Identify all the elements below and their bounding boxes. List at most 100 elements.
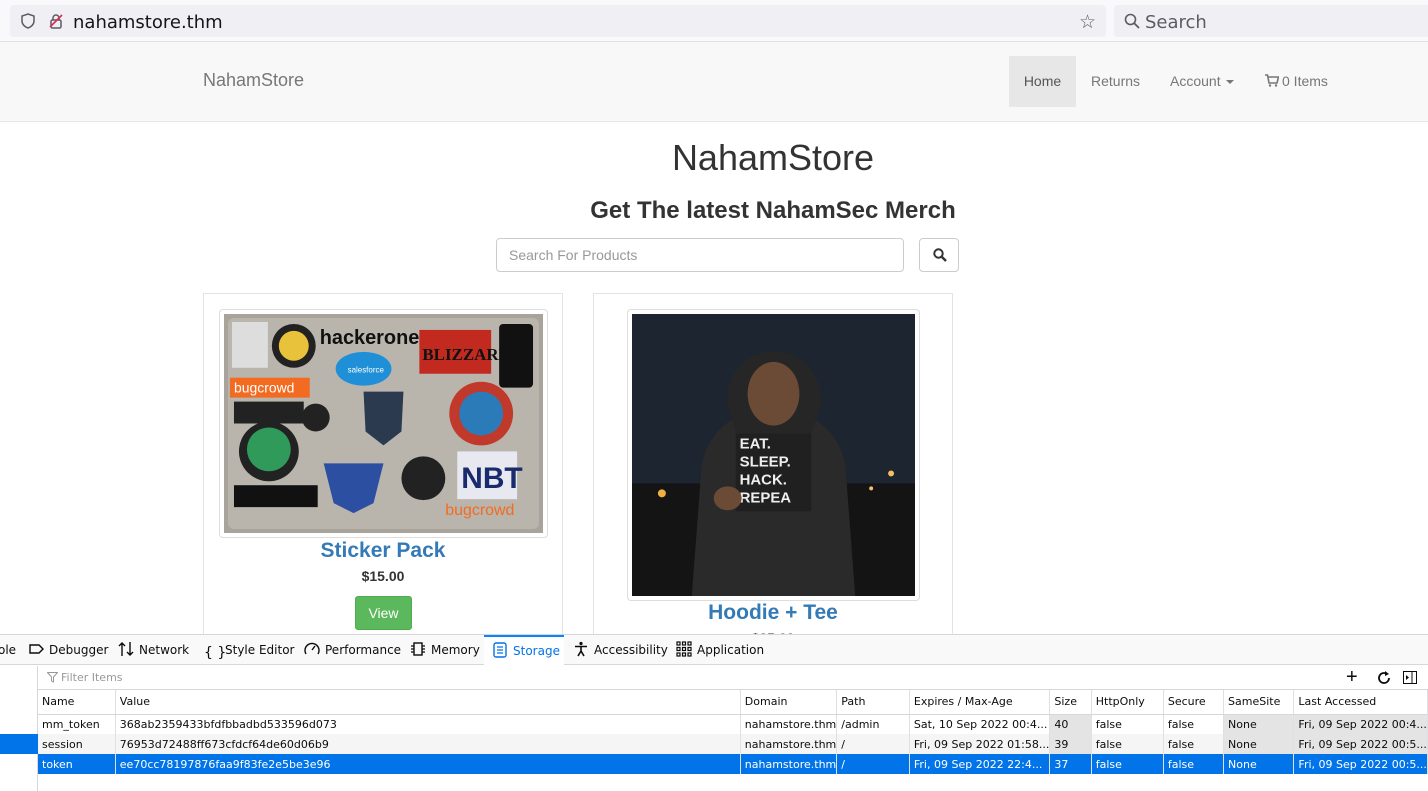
search-icon [1124, 13, 1140, 29]
browser-search-field[interactable]: Search [1114, 5, 1428, 37]
tab-label: Memory [431, 643, 480, 657]
tab-accessibility[interactable]: Accessibility [573, 635, 668, 665]
nav-cart[interactable]: 0 Items [1265, 73, 1328, 89]
nav-account[interactable]: Account [1170, 73, 1234, 89]
cookie-path[interactable]: / [836, 734, 910, 754]
url-text[interactable]: nahamstore.thm [73, 12, 223, 33]
cookie-httponly[interactable]: false [1091, 734, 1164, 754]
product-name[interactable]: Hoodie + Tee [594, 601, 952, 625]
column-header-path[interactable]: Path [836, 690, 910, 715]
cookie-samesite[interactable]: None [1223, 714, 1295, 734]
column-header-name[interactable]: Name [38, 690, 116, 715]
svg-text:NBT: NBT [461, 462, 522, 495]
cookie-samesite[interactable]: None [1223, 734, 1295, 754]
search-icon [933, 248, 947, 262]
svg-text:salesforce: salesforce [348, 366, 385, 375]
shield-icon[interactable] [20, 13, 36, 29]
svg-text:SLEEP.: SLEEP. [740, 453, 791, 470]
cookie-name[interactable]: token [38, 754, 116, 774]
tab-style-editor[interactable]: { }Style Editor [204, 635, 294, 665]
column-header-httponly[interactable]: HttpOnly [1091, 690, 1164, 715]
column-header-samesite[interactable]: SameSite [1223, 690, 1295, 715]
tab-application[interactable]: Application [676, 635, 764, 665]
product-name[interactable]: Sticker Pack [204, 539, 562, 563]
cookie-domain[interactable]: nahamstore.thm [740, 714, 838, 734]
add-item-icon[interactable]: + [1346, 667, 1358, 687]
cookie-samesite[interactable]: None [1223, 754, 1295, 774]
cart-count-label: 0 Items [1282, 73, 1328, 89]
column-header-expires[interactable]: Expires / Max-Age [909, 690, 1051, 715]
product-thumbnail[interactable]: hackerone salesforce BLIZZARD bugcrowd N… [219, 309, 548, 538]
view-product-button[interactable]: View [355, 596, 412, 630]
sidebar-toggle-icon[interactable] [1403, 671, 1417, 684]
cookie-value[interactable]: 76953d72488ff673cfdcf64de60d06b9 [115, 734, 741, 754]
cookie-domain[interactable]: nahamstore.thm [740, 734, 838, 754]
svg-text:bugcrowd: bugcrowd [445, 502, 514, 519]
tab-label: Storage [513, 644, 560, 658]
cookie-expires[interactable]: Sat, 10 Sep 2022 00:4... [909, 714, 1051, 734]
column-header-domain[interactable]: Domain [740, 690, 838, 715]
cookie-size[interactable]: 37 [1049, 754, 1092, 774]
storage-tree-sidebar [0, 666, 38, 791]
storage-filter-bar: Filter Items + [38, 666, 1428, 690]
svg-text:bugcrowd: bugcrowd [234, 380, 294, 396]
product-thumbnail[interactable]: EAT. SLEEP. HACK. REPEA [627, 309, 920, 601]
cookie-last-accessed[interactable]: Fri, 09 Sep 2022 00:4... [1293, 714, 1428, 734]
tab-network[interactable]: Network [118, 635, 189, 665]
debugger-icon [29, 644, 44, 654]
site-navbar: NahamStore Home Returns Account 0 Items [0, 42, 1428, 122]
tab-memory[interactable]: Memory [410, 635, 480, 665]
nav-home[interactable]: Home [1009, 56, 1076, 107]
tab-label: Performance [325, 643, 402, 657]
column-header-value[interactable]: Value [115, 690, 741, 715]
page-title: NahamStore [671, 137, 875, 178]
filter-items-input[interactable]: Filter Items [61, 671, 123, 684]
cookie-secure[interactable]: false [1163, 714, 1225, 734]
storage-tree-selected-item[interactable] [0, 734, 38, 754]
tab-storage[interactable]: Storage [484, 635, 564, 665]
nav-returns[interactable]: Returns [1091, 73, 1140, 89]
grid-icon [676, 641, 692, 657]
product-price: $15.00 [361, 568, 405, 584]
cookie-secure[interactable]: false [1163, 754, 1225, 774]
column-header-secure[interactable]: Secure [1163, 690, 1225, 715]
cookie-last-accessed[interactable]: Fri, 09 Sep 2022 00:5... [1293, 734, 1428, 754]
cookie-path[interactable]: /admin [836, 714, 910, 734]
tab-performance[interactable]: Performance [304, 635, 401, 665]
tab-debugger[interactable]: Debugger [28, 635, 108, 665]
address-bar[interactable]: nahamstore.thm ☆ [10, 5, 1106, 37]
cookie-path[interactable]: / [836, 754, 910, 774]
cookie-secure[interactable]: false [1163, 734, 1225, 754]
tab-label: Accessibility [594, 643, 668, 657]
cookie-name[interactable]: mm_token [38, 714, 116, 734]
brand-link[interactable]: NahamStore [203, 70, 304, 91]
cookie-httponly[interactable]: false [1091, 714, 1164, 734]
tab-label: Application [697, 643, 765, 657]
cookie-size[interactable]: 40 [1049, 714, 1092, 734]
bookmark-star-icon[interactable]: ☆ [1079, 11, 1096, 34]
insecure-lock-icon[interactable] [48, 13, 64, 29]
table-row[interactable]: session 76953d72488ff673cfdcf64de60d06b9… [38, 734, 1428, 754]
tab-console[interactable]: ole [0, 635, 16, 665]
cookie-size[interactable]: 39 [1049, 734, 1092, 754]
cookie-expires[interactable]: Fri, 09 Sep 2022 22:4... [909, 754, 1051, 774]
cookie-httponly[interactable]: false [1091, 754, 1164, 774]
gauge-icon [304, 642, 320, 655]
svg-text:hackerone: hackerone [320, 327, 420, 349]
cookie-last-accessed[interactable]: Fri, 09 Sep 2022 00:5... [1293, 754, 1428, 774]
network-icon [118, 642, 134, 656]
table-row[interactable]: mm_token 368ab2359433bfdfbbadbd533596d07… [38, 714, 1428, 734]
column-header-last-accessed[interactable]: Last Accessed [1293, 690, 1428, 715]
cookie-domain[interactable]: nahamstore.thm [740, 754, 838, 774]
refresh-icon[interactable] [1376, 670, 1392, 686]
cookie-value[interactable]: ee70cc78197876faa9f83fe2e5be3e96 [115, 754, 741, 774]
product-search-input[interactable] [496, 238, 904, 272]
cookie-name[interactable]: session [38, 734, 116, 754]
column-header-size[interactable]: Size [1049, 690, 1092, 715]
cookie-value[interactable]: 368ab2359433bfdfbbadbd533596d073 [115, 714, 741, 734]
table-row[interactable]: token ee70cc78197876faa9f83fe2e5be3e96 n… [38, 754, 1428, 774]
product-search-button[interactable] [919, 238, 959, 272]
tab-label: Debugger [49, 643, 109, 657]
hoodie-tee-image: EAT. SLEEP. HACK. REPEA [632, 314, 915, 596]
cookie-expires[interactable]: Fri, 09 Sep 2022 01:58... [909, 734, 1051, 754]
